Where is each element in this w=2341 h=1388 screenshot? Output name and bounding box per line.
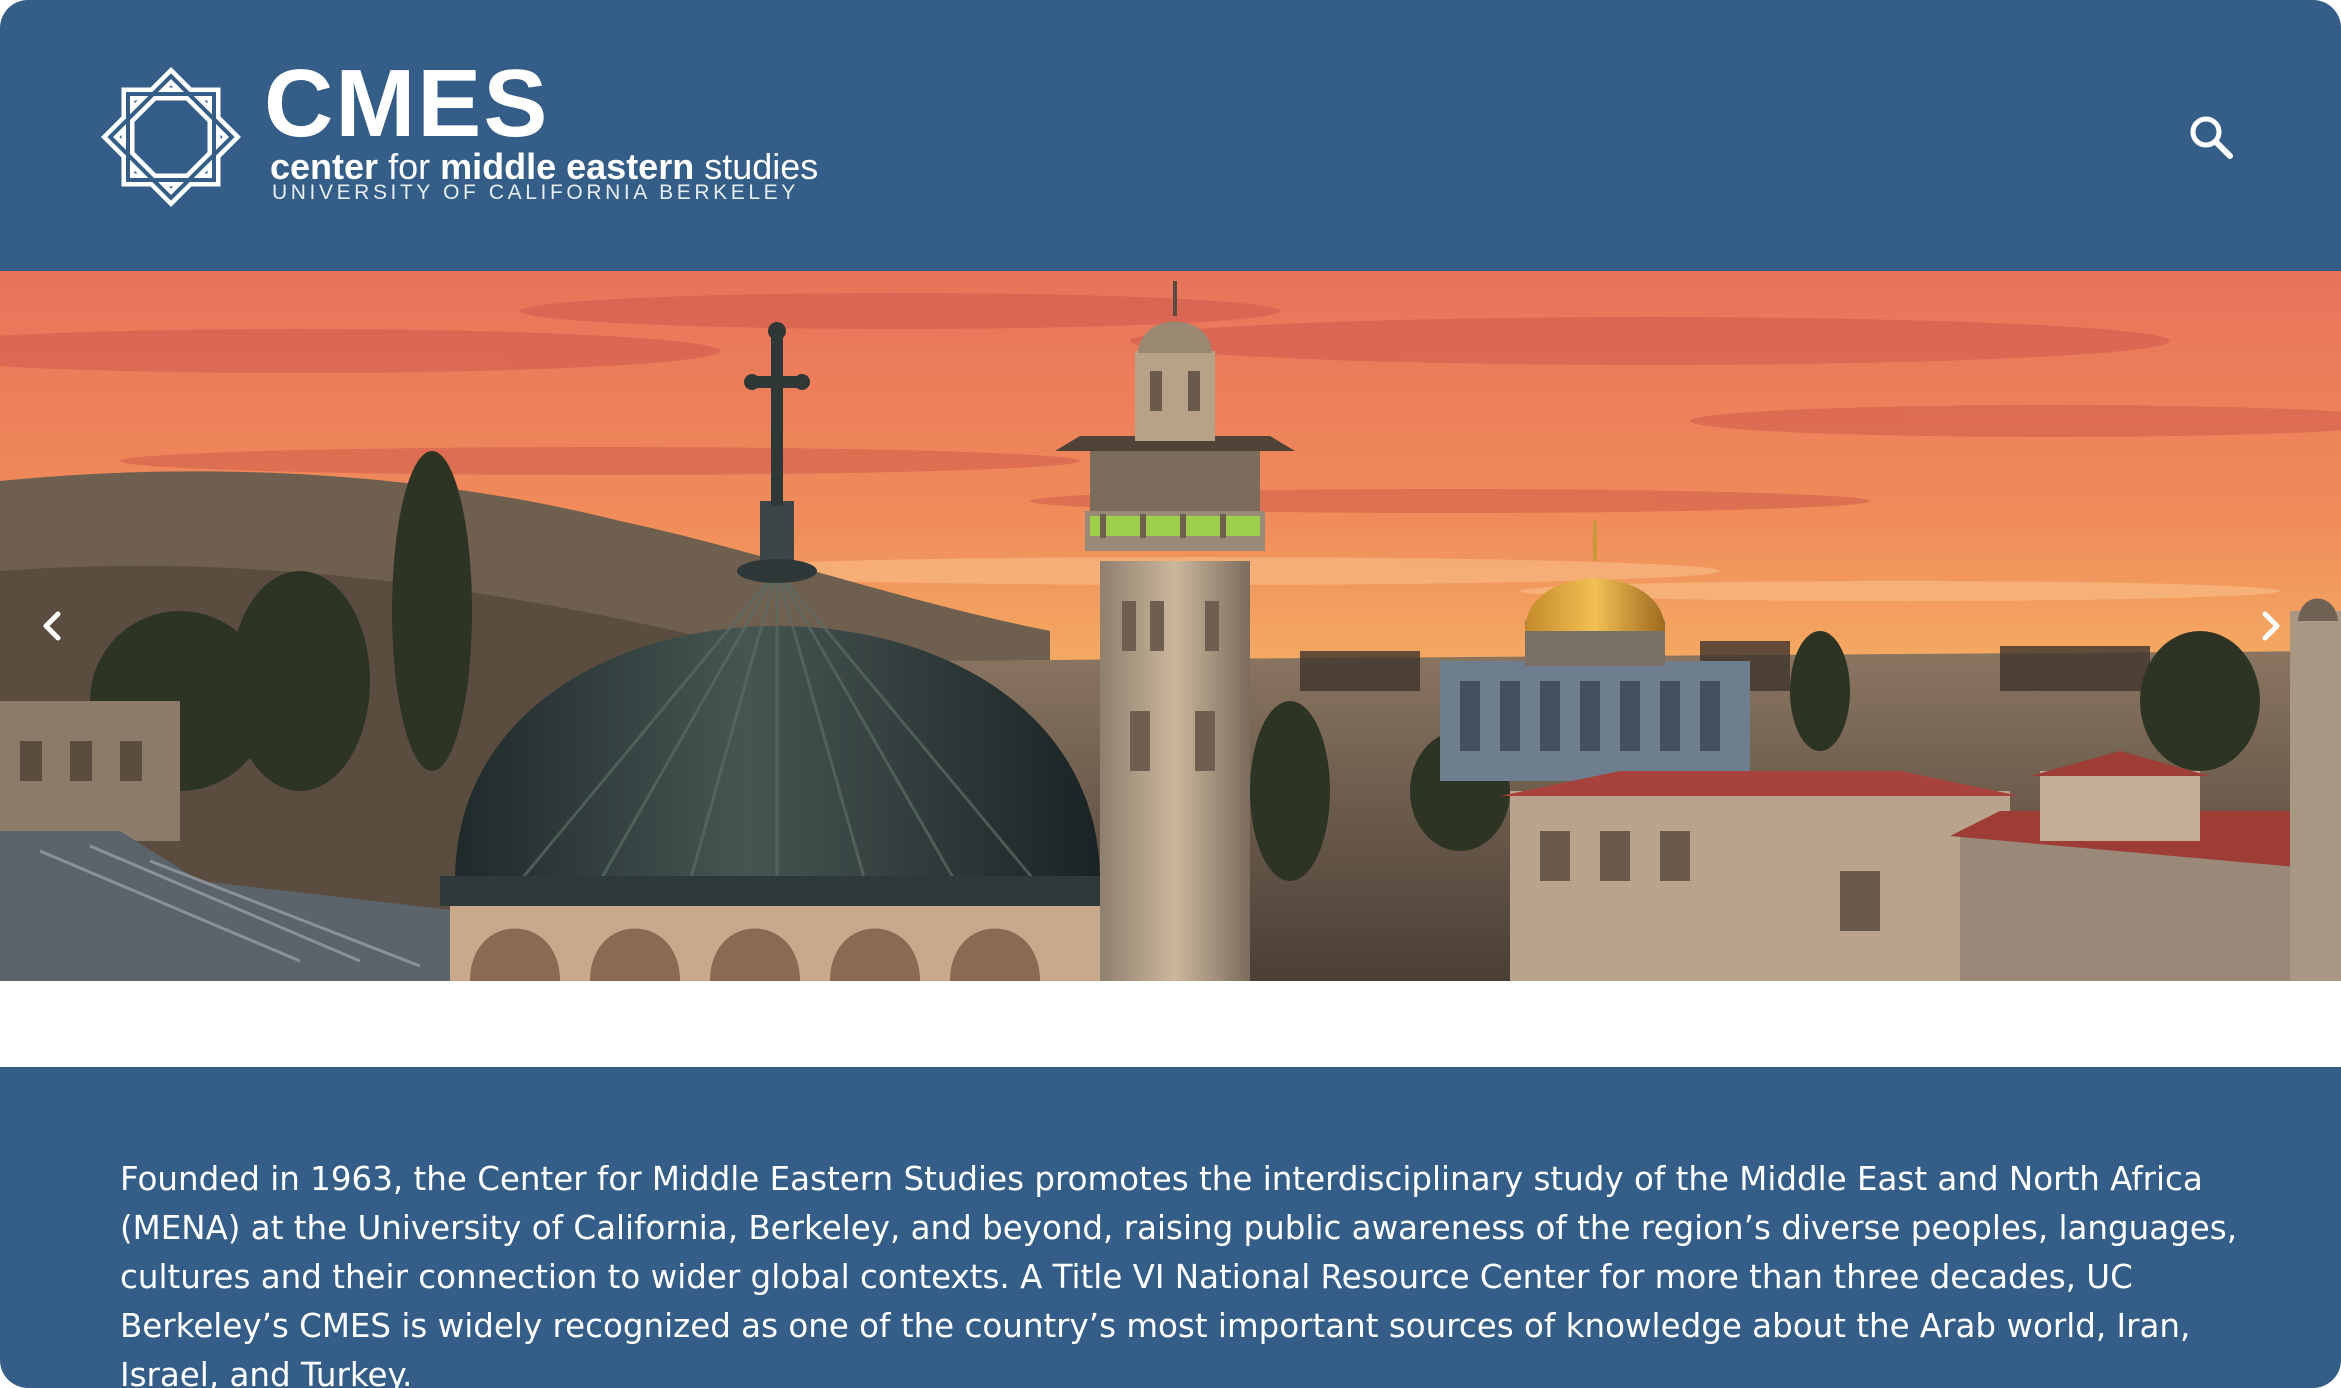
page: CMES center for middle eastern studies U… (0, 0, 2341, 1388)
intro-paragraph: Founded in 1963, the Center for Middle E… (120, 1160, 2238, 1388)
cmes-star-logo-icon (100, 66, 242, 208)
chevron-left-icon (43, 611, 61, 641)
hero-image-jerusalem-skyline (0, 271, 2341, 981)
search-button[interactable] (2184, 110, 2240, 166)
carousel-prev-button[interactable] (28, 601, 78, 651)
logo-university: UNIVERSITY OF CALIFORNIA BERKELEY (272, 181, 799, 204)
section-spacer (0, 981, 2341, 1067)
intro-section: Founded in 1963, the Center for Middle E… (0, 1067, 2341, 1388)
hero-carousel (0, 271, 2341, 981)
search-icon (2190, 116, 2233, 159)
logo-acronym: CMES (264, 50, 550, 157)
site-header: CMES center for middle eastern studies U… (0, 0, 2341, 271)
chevron-right-icon (2262, 611, 2280, 641)
carousel-next-button[interactable] (2245, 601, 2295, 651)
cmes-logo-link[interactable]: CMES center for middle eastern studies U… (88, 50, 818, 227)
